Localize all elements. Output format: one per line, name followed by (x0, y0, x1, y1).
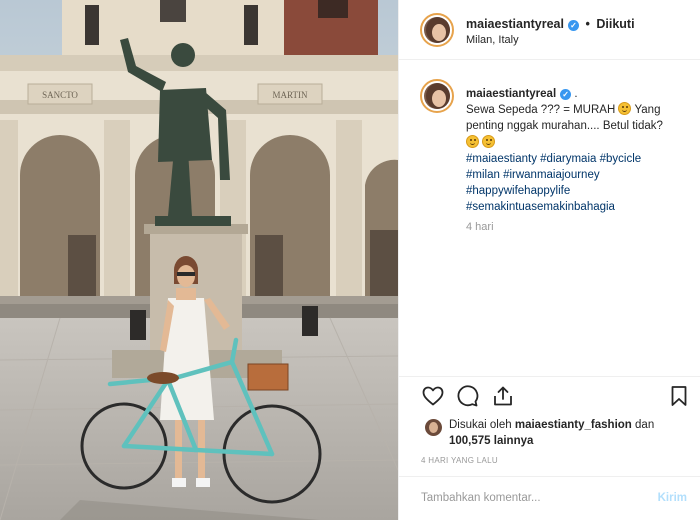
avatar-image (424, 83, 450, 109)
header-username-link[interactable]: maiaestiantyreal (466, 17, 564, 31)
caption-username-suffix: . (574, 88, 578, 100)
hashtag-line[interactable]: #milan #irwanmaiajourney (466, 167, 691, 183)
location-link[interactable]: Milan, Italy (466, 34, 519, 46)
avatar[interactable] (420, 13, 454, 47)
action-bar (399, 384, 700, 414)
likes-conjunction: dan (635, 419, 655, 431)
post-comment-button[interactable]: Kirim (658, 492, 687, 504)
header-username-row: maiaestiantyreal ✓ • Diikuti (466, 17, 635, 31)
likes-prefix: Disukai oleh (449, 419, 512, 431)
caption-text: Sewa Sepeda ??? = MURAH (466, 104, 616, 117)
verified-badge-icon: ✓ (560, 89, 572, 100)
grinning-face-emoji-icon (466, 134, 479, 148)
caption-username-link[interactable]: maiaestiantyreal (466, 88, 556, 100)
post-details-panel: maiaestiantyreal ✓ • Diikuti Milan, Italy… (398, 0, 700, 520)
hashtag-line[interactable]: #happywifehappylife (466, 183, 691, 199)
comment-button[interactable] (455, 384, 481, 410)
post-photo[interactable]: SANCTO MARTIN (0, 0, 398, 520)
verified-badge-icon: ✓ (567, 20, 579, 31)
follow-status-button[interactable]: Diikuti (596, 17, 634, 31)
like-button[interactable] (421, 384, 447, 410)
comment-form: Kirim (399, 476, 700, 520)
share-button[interactable] (491, 384, 517, 410)
inscription-right: MARTIN (273, 90, 308, 100)
heart-icon (422, 386, 444, 406)
divider (399, 376, 700, 377)
save-button[interactable] (667, 384, 693, 410)
liker-avatar[interactable] (425, 419, 442, 436)
comment-input[interactable] (421, 492, 621, 504)
photo-illustration: SANCTO MARTIN (0, 0, 398, 520)
share-icon (494, 386, 512, 406)
hashtag-line[interactable]: #semakintuasemakinbahagia (466, 199, 691, 215)
likes-count-link[interactable]: 100,575 lainnya (449, 435, 533, 447)
comment-icon (457, 385, 479, 407)
avatar-image (424, 17, 450, 43)
grinning-face-emoji-icon (482, 134, 496, 148)
bookmark-icon (671, 386, 687, 406)
post-caption: maiaestiantyreal ✓ . Sewa Sepeda ??? = MU… (466, 86, 691, 216)
hashtag-line[interactable]: #maiaestianty #diarymaia #bycicle (466, 151, 691, 167)
inscription-left: SANCTO (42, 90, 78, 100)
post-timestamp[interactable]: 4 HARI YANG LALU (421, 456, 498, 465)
caption-avatar[interactable] (420, 79, 454, 113)
grinning-face-emoji-icon (618, 102, 632, 116)
caption-time[interactable]: 4 hari (466, 221, 494, 233)
follow-separator: • (585, 17, 590, 31)
post-header: maiaestiantyreal ✓ • Diikuti Milan, Italy (399, 0, 700, 60)
liked-by-user-link[interactable]: maiaestianty_fashion (515, 419, 632, 431)
likes-text: Disukai oleh maiaestianty_fashion dan 10… (449, 417, 699, 449)
